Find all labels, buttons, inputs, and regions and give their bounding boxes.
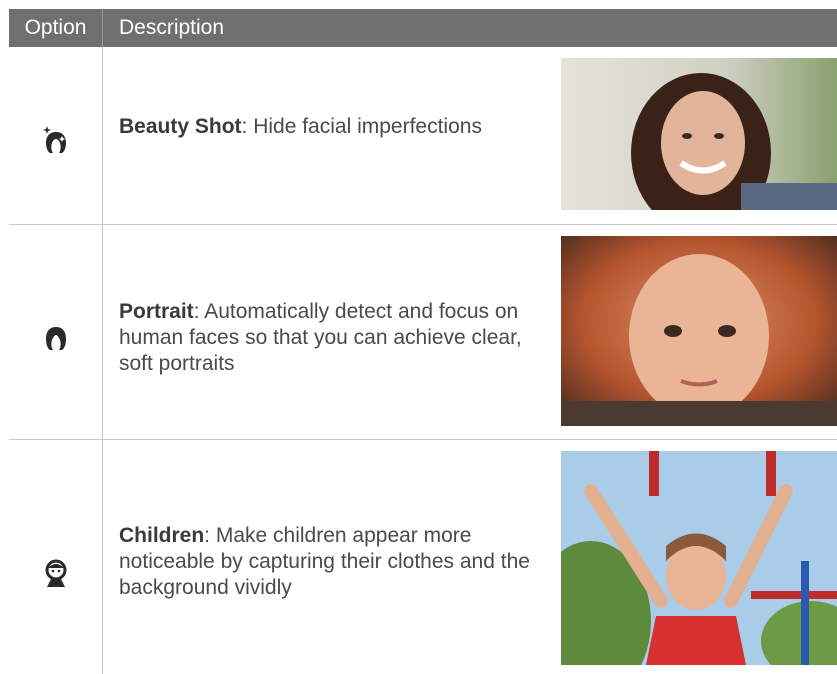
table-row-children: Children: Make children appear more noti…	[9, 440, 837, 674]
portrait-photo	[561, 236, 837, 426]
row-description: Portrait: Automatically detect and focus…	[119, 300, 522, 375]
children-photo	[561, 451, 837, 665]
header-description: Description	[119, 16, 225, 39]
beauty-shot-icon	[39, 124, 73, 158]
option-text: Hide facial imperfections	[247, 115, 482, 138]
beauty-shot-photo	[561, 58, 837, 210]
table-row-portrait: Portrait: Automatically detect and focus…	[9, 225, 837, 439]
header-divider	[102, 9, 103, 47]
option-title: Beauty Shot	[119, 115, 242, 138]
row-description: Children: Make children appear more noti…	[119, 524, 530, 599]
option-title: Portrait	[119, 300, 194, 323]
children-icon	[39, 556, 73, 590]
option-title: Children	[119, 524, 205, 547]
table-row-beauty-shot: Beauty Shot: Hide facial imperfections	[9, 47, 837, 224]
header-option: Option	[24, 16, 87, 39]
row-description: Beauty Shot: Hide facial imperfections	[119, 115, 482, 138]
table-header: Option Description	[9, 9, 837, 47]
portrait-icon	[39, 321, 73, 355]
options-table: Option Description Beauty Shot: Hide fac…	[9, 9, 837, 674]
